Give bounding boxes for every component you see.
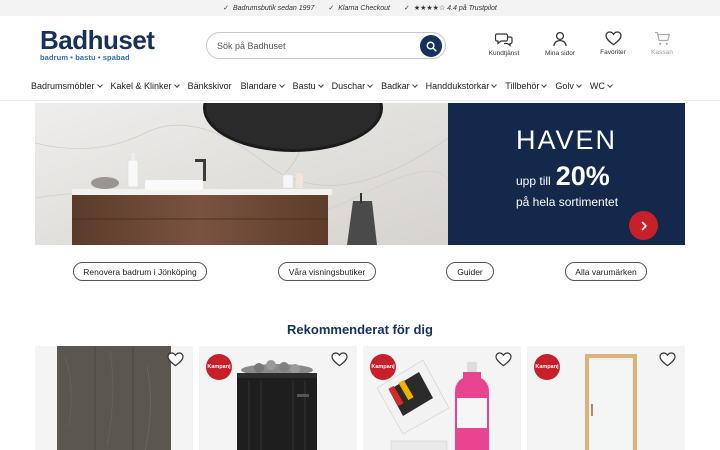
nav-item-wc[interactable]: WC bbox=[589, 81, 613, 91]
hero-discount-percent: 20% bbox=[555, 161, 610, 191]
my-pages-button[interactable]: Mina sidor bbox=[530, 31, 590, 57]
nav-label: Handdukstorkar bbox=[425, 81, 490, 91]
product-card[interactable]: Kampanj bbox=[363, 346, 521, 450]
chevron-right-icon bbox=[641, 221, 647, 230]
hero-subtitle: på hela sortimentet bbox=[516, 195, 619, 209]
product-card[interactable]: Kampanj bbox=[199, 346, 357, 450]
nav-label: Duschar bbox=[331, 81, 366, 91]
nav-item-faucets[interactable]: Blandare bbox=[240, 81, 285, 91]
main-nav: Badrumsmöbler Kakel & Klinker Bänkskivor… bbox=[31, 81, 621, 91]
check-icon: ✓ bbox=[328, 5, 335, 12]
usp-bar: ✓ Badrumsbutik sedan 1997 ✓ Klarna Check… bbox=[0, 0, 720, 16]
showrooms-link[interactable]: Våra visningsbutiker bbox=[278, 262, 376, 281]
chevron-down-icon bbox=[278, 82, 285, 88]
hero-discount-prefix: upp till bbox=[516, 174, 551, 188]
nav-item-bathtubs[interactable]: Badkar bbox=[381, 81, 418, 91]
favorites-label: Favoriter bbox=[600, 49, 626, 56]
search-bar bbox=[206, 32, 446, 59]
campaign-badge: Kampanj bbox=[370, 354, 396, 380]
usp-item: ✓ Badrumsbutik sedan 1997 bbox=[223, 4, 315, 13]
logo-name: Badhuset bbox=[40, 25, 155, 55]
nav-item-showers[interactable]: Duschar bbox=[332, 81, 373, 91]
check-icon: ✓ bbox=[223, 5, 229, 12]
search-input[interactable] bbox=[217, 40, 407, 51]
nav-divider bbox=[0, 100, 720, 101]
nav-item-towel-warmers[interactable]: Handdukstorkar bbox=[425, 81, 498, 91]
search-icon bbox=[426, 41, 437, 52]
nav-label: Badrumsmöbler bbox=[31, 81, 95, 91]
favorite-heart-icon[interactable] bbox=[331, 352, 348, 367]
nav-label: Blandare bbox=[240, 81, 277, 91]
product-card[interactable] bbox=[35, 346, 193, 450]
customer-service-button[interactable]: Kundtjänst bbox=[474, 31, 534, 57]
cart-icon bbox=[654, 31, 670, 45]
nav-item-bathroom-furniture[interactable]: Badrumsmöbler bbox=[31, 81, 103, 91]
recommended-title: Rekommenderat för dig bbox=[287, 322, 433, 337]
checkout-label: Kassan bbox=[651, 49, 673, 56]
chat-bubbles-icon bbox=[495, 33, 513, 47]
nav-label: Golv bbox=[555, 81, 574, 91]
nav-label: WC bbox=[589, 81, 605, 91]
check-icon: ✓ bbox=[403, 5, 410, 12]
user-icon bbox=[553, 31, 567, 47]
logo[interactable]: Badhuset badrum • bastu • spabad bbox=[40, 27, 155, 62]
hero-promo-panel[interactable]: HAVEN upp till 20% på hela sortimentet bbox=[448, 103, 685, 245]
chevron-down-icon bbox=[576, 82, 582, 88]
chevron-down-icon bbox=[411, 82, 418, 88]
hero-discount: upp till 20% bbox=[516, 161, 610, 192]
usp-text: ★★★★☆ 4.4 på Trustpilot bbox=[413, 5, 497, 12]
usp-item: ✓ Klarna Checkout bbox=[328, 4, 390, 13]
renovate-jonkoping-link[interactable]: Renovera badrum i Jönköping bbox=[73, 262, 207, 281]
my-pages-label: Mina sidor bbox=[545, 50, 575, 57]
chevron-down-icon bbox=[96, 82, 103, 88]
guides-link[interactable]: Guider bbox=[446, 262, 494, 281]
nav-item-sauna[interactable]: Bastu bbox=[292, 81, 324, 91]
chevron-down-icon bbox=[541, 82, 548, 88]
nav-label: Badkar bbox=[381, 81, 410, 91]
chevron-down-icon bbox=[491, 82, 498, 88]
usp-item-trustpilot[interactable]: ✓ ★★★★☆ 4.4 på Trustpilot bbox=[404, 4, 497, 12]
favorite-heart-icon[interactable] bbox=[495, 352, 512, 367]
nav-item-tiles[interactable]: Kakel & Klinker bbox=[110, 81, 180, 91]
bathroom-vanity-illustration bbox=[35, 103, 448, 245]
checkout-button[interactable]: Kassan bbox=[632, 31, 692, 56]
nav-item-countertops[interactable]: Bänkskivor bbox=[188, 81, 232, 91]
hero-image[interactable] bbox=[35, 103, 448, 245]
search-button[interactable] bbox=[420, 35, 442, 57]
nav-label: Tillbehör bbox=[505, 81, 540, 91]
nav-item-floors[interactable]: Golv bbox=[555, 81, 582, 91]
product-card[interactable]: Kampanj bbox=[527, 346, 685, 450]
heart-icon bbox=[604, 31, 622, 46]
campaign-badge: Kampanj bbox=[206, 354, 232, 380]
favorite-heart-icon[interactable] bbox=[167, 352, 184, 367]
chevron-down-icon bbox=[317, 82, 324, 88]
hero-next-button[interactable] bbox=[629, 211, 658, 240]
nav-item-accessories[interactable]: Tillbehör bbox=[505, 81, 548, 91]
chevron-down-icon bbox=[367, 82, 373, 88]
customer-service-label: Kundtjänst bbox=[488, 50, 520, 57]
chevron-down-icon bbox=[173, 82, 180, 88]
chevron-down-icon bbox=[607, 82, 613, 88]
usp-text: Badrumsbutik sedan 1997 bbox=[233, 4, 315, 12]
favorite-heart-icon[interactable] bbox=[659, 352, 676, 367]
nav-label: Kakel & Klinker bbox=[110, 81, 172, 91]
usp-text: Klarna Checkout bbox=[338, 4, 390, 12]
nav-label: Bänkskivor bbox=[187, 81, 232, 91]
campaign-badge: Kampanj bbox=[534, 354, 560, 380]
hero-title: HAVEN bbox=[516, 125, 618, 155]
nav-label: Bastu bbox=[292, 81, 316, 91]
all-brands-link[interactable]: Alla varumärken bbox=[565, 262, 647, 281]
